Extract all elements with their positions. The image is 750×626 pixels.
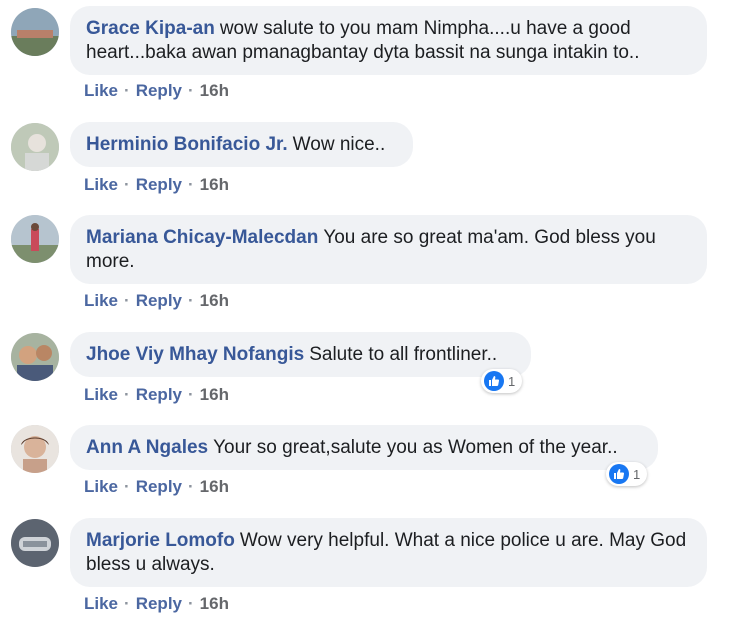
comment-actions: Like · Reply · 16h <box>84 291 229 311</box>
reply-button[interactable]: Reply <box>136 594 182 614</box>
comment-bubble: Jhoe Viy Mhay Nofangis Salute to all fron… <box>70 332 531 377</box>
comment-author[interactable]: Jhoe Viy Mhay Nofangis <box>86 344 304 365</box>
thumbs-up-icon <box>484 371 504 391</box>
like-button[interactable]: Like <box>84 81 118 101</box>
reply-button[interactable]: Reply <box>136 291 182 311</box>
reply-button[interactable]: Reply <box>136 175 182 195</box>
like-button[interactable]: Like <box>84 291 118 311</box>
comment-timestamp[interactable]: 16h <box>200 175 229 195</box>
comment-timestamp[interactable]: 16h <box>200 385 229 405</box>
reaction-count: 1 <box>508 373 516 389</box>
comment-text: Salute to all frontliner.. <box>309 344 498 365</box>
comment-text: Wow nice.. <box>292 134 386 155</box>
avatar[interactable] <box>11 519 59 567</box>
avatar[interactable] <box>11 215 59 263</box>
like-button[interactable]: Like <box>84 385 118 405</box>
comment-author[interactable]: Herminio Bonifacio Jr. <box>86 134 288 155</box>
reply-button[interactable]: Reply <box>136 81 182 101</box>
reaction-badge[interactable]: 1 <box>606 462 648 486</box>
like-button[interactable]: Like <box>84 594 118 614</box>
avatar[interactable] <box>11 8 59 56</box>
like-button[interactable]: Like <box>84 175 118 195</box>
reply-button[interactable]: Reply <box>136 385 182 405</box>
comment-bubble: Mariana Chicay-Malecdan You are so great … <box>70 215 707 284</box>
comment-author[interactable]: Marjorie Lomofo <box>86 530 235 551</box>
reaction-badge[interactable]: 1 <box>481 369 523 393</box>
thumbs-up-icon <box>609 464 629 484</box>
comment-timestamp[interactable]: 16h <box>200 81 229 101</box>
comment-thread: Grace Kipa-an wow salute to you mam Nimph… <box>0 0 750 626</box>
avatar[interactable] <box>11 123 59 171</box>
comment-bubble: Herminio Bonifacio Jr. Wow nice.. <box>70 122 413 167</box>
like-button[interactable]: Like <box>84 477 118 497</box>
comment-author[interactable]: Ann A Ngales <box>86 437 208 458</box>
comment-author[interactable]: Mariana Chicay-Malecdan <box>86 227 318 248</box>
comment-bubble: Marjorie Lomofo Wow very helpful. What a … <box>70 518 707 587</box>
comment-actions: Like · Reply · 16h <box>84 175 229 195</box>
comment-actions: Like · Reply · 16h <box>84 385 229 405</box>
comment-timestamp[interactable]: 16h <box>200 477 229 497</box>
comment-text: Your so great,salute you as Women of the… <box>213 437 618 458</box>
comment-timestamp[interactable]: 16h <box>200 291 229 311</box>
comment-actions: Like · Reply · 16h <box>84 81 229 101</box>
comment-author[interactable]: Grace Kipa-an <box>86 18 215 39</box>
avatar[interactable] <box>11 333 59 381</box>
comment-bubble: Ann A Ngales Your so great,salute you as … <box>70 425 658 470</box>
comment-actions: Like · Reply · 16h <box>84 594 229 614</box>
avatar[interactable] <box>11 425 59 473</box>
comment-timestamp[interactable]: 16h <box>200 594 229 614</box>
reply-button[interactable]: Reply <box>136 477 182 497</box>
comment-bubble: Grace Kipa-an wow salute to you mam Nimph… <box>70 6 707 75</box>
reaction-count: 1 <box>633 466 641 482</box>
comment-actions: Like · Reply · 16h <box>84 477 229 497</box>
